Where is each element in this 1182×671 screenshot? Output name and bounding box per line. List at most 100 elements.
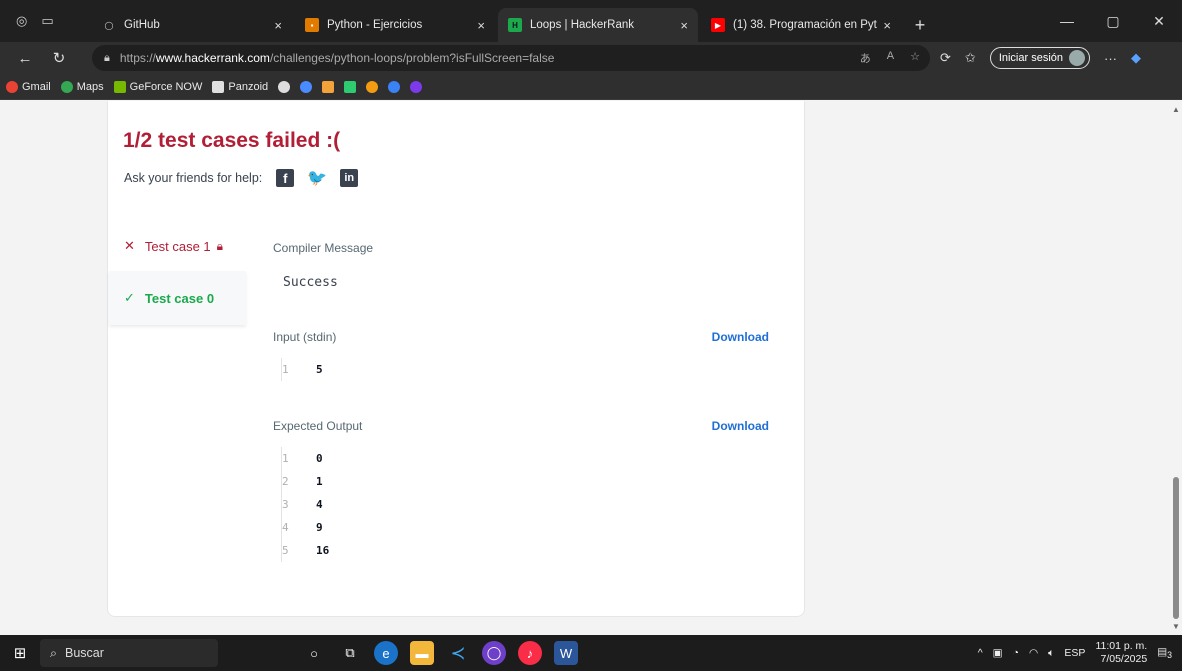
expected-output-code: 10 21 34 49 5 16 (281, 447, 329, 562)
tab-github[interactable]: ◯ GitHub × (92, 8, 292, 42)
refresh-icon[interactable]: ↻ (42, 49, 76, 67)
favorite-star-icon[interactable]: ☆ (910, 50, 920, 66)
site-info-icon[interactable]: 🔒︎ (104, 52, 110, 65)
tab-title: (1) 38. Programación en Python | (733, 19, 877, 31)
blogger-icon: ▪ (305, 18, 319, 32)
test-case-0[interactable]: ✓ Test case 0 (109, 271, 246, 325)
workspaces-icon[interactable]: ◎ (16, 13, 27, 29)
github-icon: ◯ (104, 20, 114, 30)
download-output-button[interactable]: Download (712, 419, 769, 433)
itunes-icon[interactable]: ♪ (518, 641, 542, 665)
tab-title: GitHub (124, 19, 160, 31)
close-window-button[interactable]: ✕ (1136, 13, 1182, 30)
vscode-icon[interactable]: ≺ (446, 641, 470, 665)
app-icon (388, 80, 401, 93)
meet-icon[interactable]: ▣ (993, 647, 1003, 659)
test-case-1[interactable]: ✕ Test case 1 🔒︎ (109, 221, 246, 271)
expected-output-label: Expected Output (273, 419, 363, 433)
maximize-button[interactable]: ▢ (1090, 13, 1136, 30)
windows-start-icon[interactable]: ⊞ (0, 644, 40, 662)
url-bar[interactable]: 🔒︎ https://www.hackerrank.com/challenges… (92, 45, 930, 71)
tab-actions: ◎ ▭ (0, 0, 92, 42)
bookmark-app-4[interactable] (388, 80, 401, 93)
wifi-icon[interactable]: ◠ (1029, 647, 1038, 659)
app-icon (344, 80, 357, 93)
youtube-icon: ▶ (711, 18, 725, 32)
test-case-label: Test case 0 (144, 290, 215, 306)
close-tab-icon[interactable]: × (477, 18, 485, 33)
sign-in-button[interactable]: Iniciar sesión (989, 47, 1091, 69)
bookmark-app-1[interactable] (322, 80, 335, 93)
cross-icon: ✕ (124, 238, 135, 253)
cortana-icon[interactable]: ○ (302, 641, 326, 665)
compiler-message-label: Compiler Message (273, 241, 374, 255)
bookmark-gemini[interactable] (300, 80, 313, 93)
file-explorer-icon[interactable]: ▬ (410, 641, 434, 665)
code-line: 49 (282, 521, 323, 534)
code-line: 5 16 (282, 544, 330, 557)
input-code: 15 (281, 358, 323, 381)
tab-python-ejercicios[interactable]: ▪ Python - Ejercicios × (295, 8, 495, 42)
test-case-details: Compiler Message Success Input (stdin) D… (273, 241, 773, 562)
chevron-up-icon[interactable]: ^ (978, 647, 983, 659)
date: 7/05/2025 (1100, 653, 1148, 665)
scroll-down-icon[interactable]: ▼ (1172, 622, 1180, 631)
linkedin-icon[interactable]: in (340, 169, 359, 187)
lock-icon: 🔒︎ (216, 238, 224, 253)
windows-taskbar: ⊞ ⌕ Buscar ○ ⧉ e ▬ ≺ ◯ ♪ W ^ ▣ ◔ ◠ 🔈︎ ES… (0, 635, 1182, 671)
taskbar-search[interactable]: ⌕ Buscar (40, 639, 218, 667)
code-line: 21 (282, 475, 323, 488)
bookmark-app-3[interactable] (366, 80, 379, 93)
translate-icon[interactable]: あ (860, 50, 871, 66)
tab-title: Python - Ejercicios (327, 19, 423, 31)
notifications-icon[interactable]: ▤3 (1157, 646, 1172, 660)
chatgpt-icon (278, 80, 291, 93)
bookmark-chatgpt[interactable] (278, 80, 291, 93)
result-card: 1/2 test cases failed :( Ask your friend… (107, 101, 805, 617)
copilot-icon[interactable]: ◆ (1131, 50, 1141, 66)
back-icon[interactable]: ← (8, 50, 42, 67)
extensions-icon[interactable]: ⟳ (940, 50, 951, 66)
network-icon[interactable]: ◔ (1013, 647, 1019, 659)
close-tab-icon[interactable]: × (680, 18, 688, 33)
app-icon (366, 80, 379, 93)
tab-hackerrank[interactable]: H Loops | HackerRank × (498, 8, 698, 42)
close-tab-icon[interactable]: × (883, 18, 891, 33)
bookmark-app-2[interactable] (344, 80, 357, 93)
close-tab-icon[interactable]: × (274, 18, 282, 33)
app-icon (410, 80, 423, 93)
tab-actions-icon[interactable]: ▭ (41, 13, 53, 29)
new-tab-button[interactable]: + (904, 8, 936, 42)
favorites-icon[interactable]: ✩ (965, 50, 976, 66)
result-title: 1/2 test cases failed :( (123, 129, 341, 152)
word-icon[interactable]: W (554, 641, 578, 665)
task-view-icon[interactable]: ⧉ (338, 641, 362, 665)
bookmark-app-5[interactable] (410, 80, 423, 93)
download-input-button[interactable]: Download (712, 330, 769, 344)
url-path: /challenges/python-loops/problem?isFullS… (269, 51, 555, 65)
bookmark-gmail[interactable]: Gmail (6, 80, 51, 93)
share-row: Ask your friends for help: f 🐦 in (124, 169, 359, 187)
scroll-thumb[interactable] (1173, 477, 1179, 619)
code-line: 15 (282, 363, 323, 376)
scroll-up-icon[interactable]: ▲ (1172, 105, 1180, 114)
vertical-scrollbar[interactable]: ▲ ▼ (1170, 101, 1182, 635)
read-aloud-icon[interactable]: A (887, 50, 894, 66)
facebook-icon[interactable]: f (276, 169, 295, 187)
share-label: Ask your friends for help: (124, 171, 263, 185)
bookmark-maps[interactable]: Maps (60, 80, 104, 93)
more-menu-icon[interactable]: ··· (1104, 51, 1117, 66)
bookmark-panzoid[interactable]: Panzoid (212, 80, 268, 93)
language-indicator[interactable]: ESP (1064, 647, 1085, 659)
twitter-icon[interactable]: 🐦 (307, 169, 327, 187)
geforce-icon (113, 80, 126, 93)
edge-icon[interactable]: e (374, 641, 398, 665)
window-controls: — ▢ ✕ (1044, 0, 1182, 42)
tab-youtube[interactable]: ▶ (1) 38. Programación en Python | × (701, 8, 901, 42)
clock[interactable]: 11:01 p. m. 7/05/2025 (1095, 640, 1147, 666)
bookmark-geforce-now[interactable]: GeForce NOW (113, 80, 202, 93)
github-desktop-icon[interactable]: ◯ (482, 641, 506, 665)
search-label: Buscar (65, 646, 104, 660)
volume-icon[interactable]: 🔈︎ (1048, 647, 1054, 660)
minimize-button[interactable]: — (1044, 13, 1090, 29)
